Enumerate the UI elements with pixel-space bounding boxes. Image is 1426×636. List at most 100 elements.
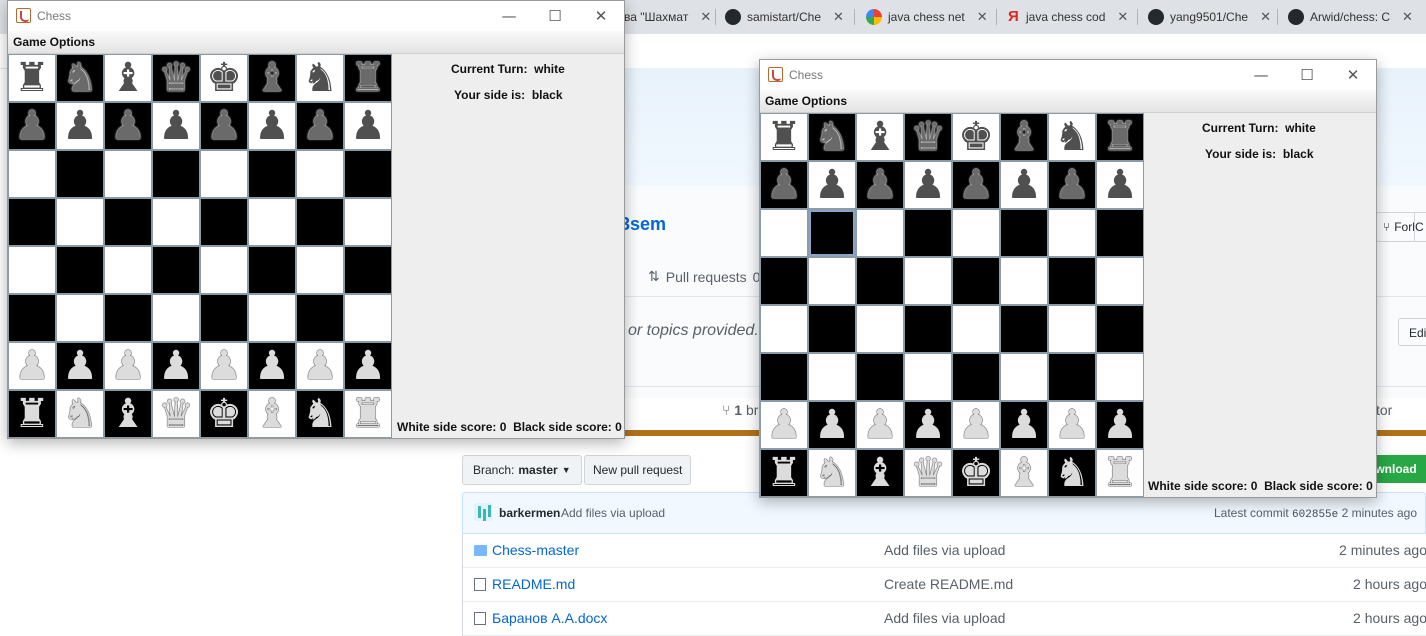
board-square[interactable]: ♟ bbox=[104, 102, 152, 150]
white-rook-icon[interactable]: ♜ bbox=[1102, 453, 1138, 493]
board-square[interactable] bbox=[296, 150, 344, 198]
commit-author[interactable]: barkermen bbox=[499, 506, 560, 520]
board-square[interactable]: ♛ bbox=[152, 54, 200, 102]
board-square[interactable]: ♝ bbox=[1000, 449, 1048, 497]
board-square[interactable] bbox=[808, 209, 856, 257]
black-rook-icon[interactable]: ♜ bbox=[766, 117, 802, 157]
white-knight-icon[interactable]: ♞ bbox=[1054, 453, 1090, 493]
white-queen-icon[interactable]: ♛ bbox=[910, 453, 946, 493]
close-icon[interactable]: ✕ bbox=[700, 9, 711, 25]
white-pawn-icon[interactable]: ♟ bbox=[814, 405, 850, 445]
black-pawn-icon[interactable]: ♟ bbox=[254, 106, 290, 146]
board-square[interactable]: ♟ bbox=[248, 342, 296, 390]
browser-tab[interactable]: samistart/Che ✕ bbox=[725, 6, 850, 28]
board-square[interactable] bbox=[200, 150, 248, 198]
black-rook-icon[interactable]: ♜ bbox=[1102, 117, 1138, 157]
fork-count[interactable]: C bbox=[1414, 212, 1426, 242]
board-square[interactable]: ♜ bbox=[1096, 113, 1144, 161]
black-pawn-icon[interactable]: ♟ bbox=[62, 106, 98, 146]
close-icon[interactable]: ✕ bbox=[1402, 9, 1413, 25]
board-square[interactable] bbox=[56, 198, 104, 246]
board-square[interactable]: ♛ bbox=[904, 449, 952, 497]
board-square[interactable]: ♟ bbox=[1048, 401, 1096, 449]
contributors-link[interactable]: tor bbox=[1376, 402, 1392, 418]
black-pawn-icon[interactable]: ♟ bbox=[14, 106, 50, 146]
avatar[interactable] bbox=[474, 503, 492, 521]
board-square[interactable] bbox=[152, 246, 200, 294]
board-square[interactable]: ♟ bbox=[1000, 161, 1048, 209]
menu-game-options[interactable]: Game Options bbox=[765, 94, 847, 108]
board-square[interactable]: ♝ bbox=[248, 54, 296, 102]
board-square[interactable] bbox=[344, 198, 392, 246]
board-square[interactable] bbox=[344, 246, 392, 294]
board-square[interactable] bbox=[248, 246, 296, 294]
board-square[interactable] bbox=[296, 246, 344, 294]
black-pawn-icon[interactable]: ♟ bbox=[206, 106, 242, 146]
board-square[interactable]: ♛ bbox=[152, 390, 200, 438]
board-square[interactable]: ♜ bbox=[8, 390, 56, 438]
white-king-icon[interactable]: ♚ bbox=[958, 453, 994, 493]
window-titlebar[interactable]: Chess — ☐ ✕ bbox=[760, 60, 1376, 90]
board-square[interactable] bbox=[856, 209, 904, 257]
board-square[interactable] bbox=[104, 246, 152, 294]
board-square[interactable]: ♟ bbox=[808, 401, 856, 449]
board-square[interactable] bbox=[200, 294, 248, 342]
board-square[interactable]: ♟ bbox=[344, 342, 392, 390]
board-square[interactable]: ♟ bbox=[56, 342, 104, 390]
black-pawn-icon[interactable]: ♟ bbox=[110, 106, 146, 146]
black-pawn-icon[interactable]: ♟ bbox=[350, 106, 386, 146]
black-pawn-icon[interactable]: ♟ bbox=[1006, 165, 1042, 205]
white-pawn-icon[interactable]: ♟ bbox=[1006, 405, 1042, 445]
file-name-link[interactable]: Баранов А.А.docx bbox=[492, 610, 607, 626]
board-square[interactable]: ♜ bbox=[760, 449, 808, 497]
tab-pull-requests[interactable]: ⇅ Pull requests 0 bbox=[648, 268, 760, 285]
board-square[interactable]: ♟ bbox=[1096, 401, 1144, 449]
board-square[interactable] bbox=[1000, 209, 1048, 257]
board-square[interactable]: ♞ bbox=[808, 113, 856, 161]
board-square[interactable] bbox=[856, 353, 904, 401]
board-square[interactable] bbox=[1096, 209, 1144, 257]
close-icon[interactable]: ✕ bbox=[833, 9, 844, 25]
maximize-button[interactable]: ☐ bbox=[1284, 60, 1330, 90]
menu-game-options[interactable]: Game Options bbox=[13, 35, 95, 49]
board-square[interactable]: ♟ bbox=[296, 102, 344, 150]
board-square[interactable]: ♟ bbox=[760, 161, 808, 209]
black-pawn-icon[interactable]: ♟ bbox=[766, 165, 802, 205]
board-square[interactable] bbox=[1096, 353, 1144, 401]
board-square[interactable] bbox=[296, 294, 344, 342]
board-square[interactable]: ♟ bbox=[1000, 401, 1048, 449]
black-knight-icon[interactable]: ♞ bbox=[62, 58, 98, 98]
commit-sha[interactable]: 602855e bbox=[1292, 509, 1338, 521]
board-square[interactable]: ♟ bbox=[904, 401, 952, 449]
board-square[interactable] bbox=[760, 209, 808, 257]
white-pawn-icon[interactable]: ♟ bbox=[206, 346, 242, 386]
browser-tab[interactable]: ва "Шахмат ✕ bbox=[624, 6, 712, 28]
board-square[interactable] bbox=[152, 150, 200, 198]
board-square[interactable]: ♟ bbox=[200, 342, 248, 390]
black-rook-icon[interactable]: ♜ bbox=[350, 58, 386, 98]
board-square[interactable]: ♚ bbox=[952, 113, 1000, 161]
new-pull-request-button[interactable]: New pull request bbox=[584, 455, 692, 485]
file-commit-message[interactable]: Create README.md bbox=[884, 576, 1013, 592]
board-square[interactable] bbox=[808, 257, 856, 305]
board-square[interactable] bbox=[760, 257, 808, 305]
repo-name-link[interactable]: 3sem bbox=[620, 214, 666, 235]
close-icon[interactable]: ✕ bbox=[1117, 9, 1128, 25]
black-knight-icon[interactable]: ♞ bbox=[302, 58, 338, 98]
file-name-link[interactable]: Chess-master bbox=[492, 542, 579, 558]
board-square[interactable]: ♟ bbox=[152, 102, 200, 150]
board-square[interactable] bbox=[104, 150, 152, 198]
black-pawn-icon[interactable]: ♟ bbox=[302, 106, 338, 146]
black-bishop-icon[interactable]: ♝ bbox=[1006, 117, 1042, 157]
white-bishop-icon[interactable]: ♝ bbox=[1006, 453, 1042, 493]
white-king-icon[interactable]: ♚ bbox=[206, 394, 242, 434]
board-square[interactable]: ♟ bbox=[760, 401, 808, 449]
close-button[interactable]: ✕ bbox=[578, 1, 624, 31]
board-square[interactable]: ♛ bbox=[904, 113, 952, 161]
board-square[interactable]: ♚ bbox=[200, 54, 248, 102]
board-square[interactable] bbox=[1096, 305, 1144, 353]
board-square[interactable]: ♞ bbox=[808, 449, 856, 497]
edit-button[interactable]: Edi bbox=[1398, 318, 1426, 346]
board-square[interactable] bbox=[344, 150, 392, 198]
board-square[interactable]: ♟ bbox=[1048, 161, 1096, 209]
